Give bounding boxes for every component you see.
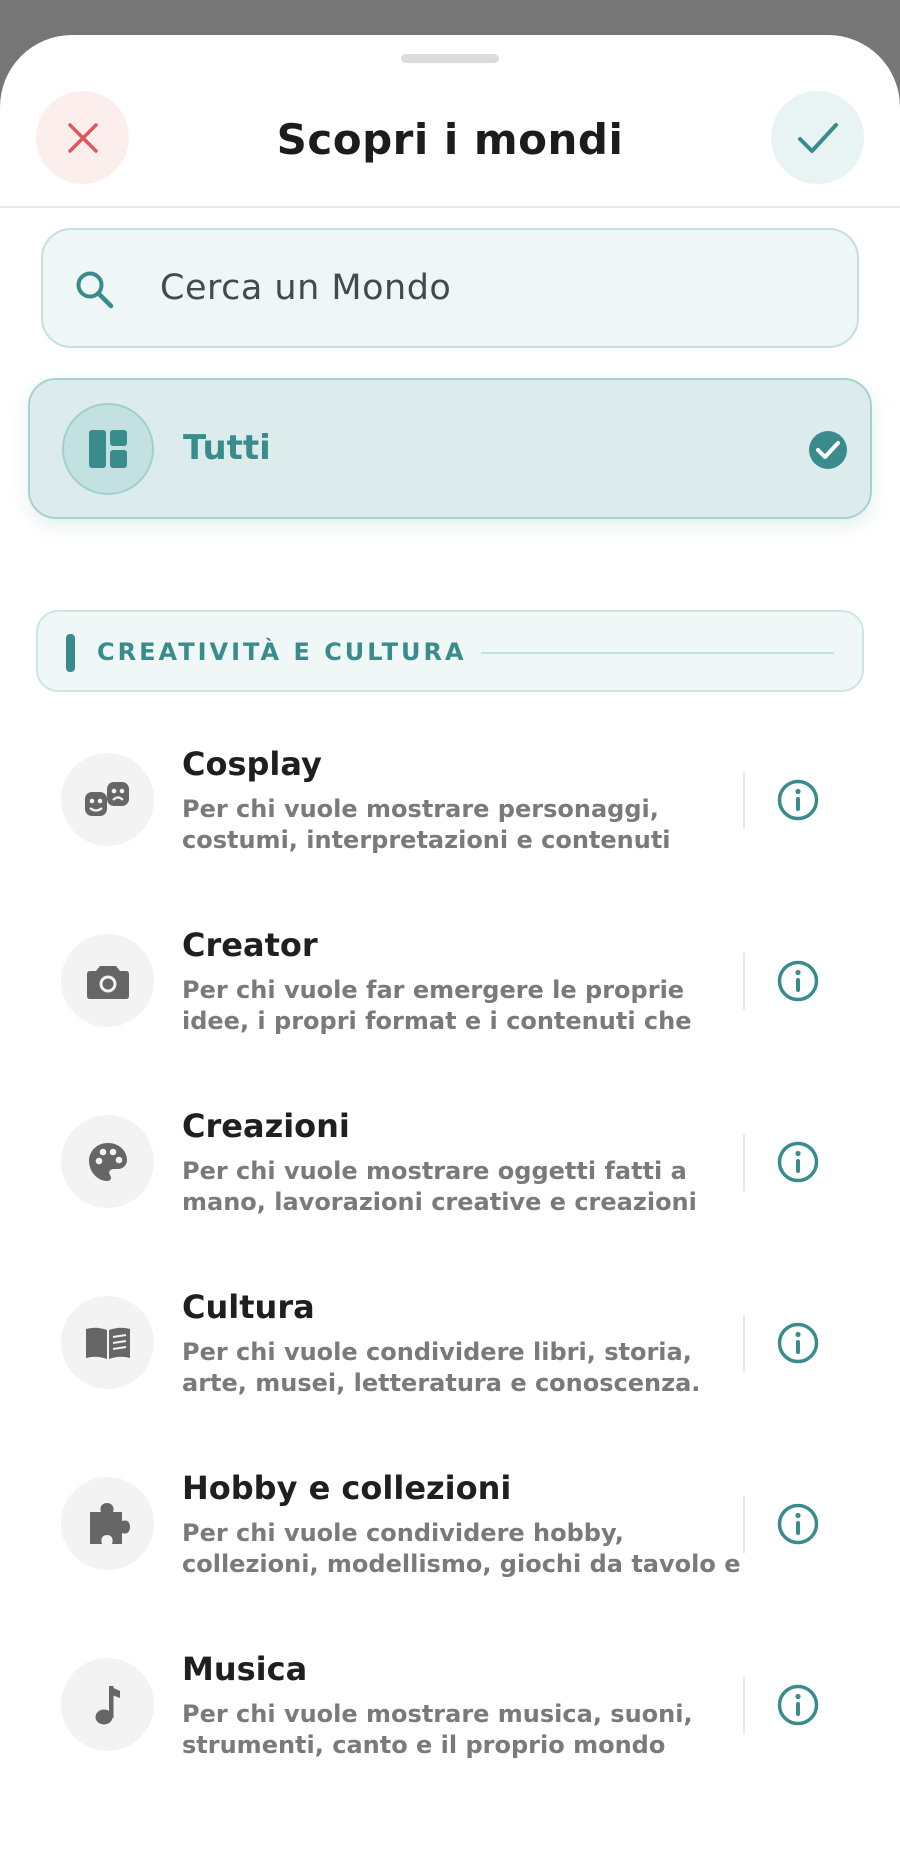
item-separator xyxy=(743,1496,745,1553)
music-note-icon xyxy=(95,1685,120,1724)
info-icon[interactable] xyxy=(776,1321,820,1365)
dashboard-icon xyxy=(89,430,127,468)
palette-icon xyxy=(88,1142,127,1181)
item-title: Cultura xyxy=(182,1288,315,1326)
item-separator xyxy=(743,1315,745,1372)
puzzle-icon xyxy=(89,1502,130,1544)
item-separator xyxy=(743,1134,745,1191)
page-title: Scopri i mondi xyxy=(276,115,624,164)
list-item[interactable]: Musica Per chi vuole mostrare musica, su… xyxy=(0,1610,900,1791)
section-accent-bar xyxy=(66,634,75,672)
item-description: Per chi vuole condividere hobby, collezi… xyxy=(182,1519,741,1578)
item-title: Musica xyxy=(182,1650,308,1688)
bottom-sheet: Scopri i mondi Cerca un Mondo Tutti CREA… xyxy=(0,35,900,1853)
checkmark-icon xyxy=(797,122,838,153)
sheet-header: Scopri i mondi xyxy=(0,35,900,208)
masks-icon xyxy=(84,781,129,816)
item-icon-badge xyxy=(61,934,154,1027)
info-icon[interactable] xyxy=(776,1140,820,1184)
category-all[interactable]: Tutti xyxy=(28,378,872,519)
list-item[interactable]: Hobby e collezioni Per chi vuole condivi… xyxy=(0,1429,900,1610)
search-input[interactable]: Cerca un Mondo xyxy=(41,228,859,348)
item-description: Per chi vuole mostrare personaggi, costu… xyxy=(182,795,671,854)
item-title: Hobby e collezioni xyxy=(182,1469,512,1507)
item-icon-badge xyxy=(61,1477,154,1570)
item-icon-badge xyxy=(61,753,154,846)
list-item[interactable]: Creazioni Per chi vuole mostrare oggetti… xyxy=(0,1067,900,1248)
list-item[interactable]: Cosplay Per chi vuole mostrare personagg… xyxy=(0,705,900,886)
item-title: Cosplay xyxy=(182,745,322,783)
search-placeholder: Cerca un Mondo xyxy=(160,268,452,308)
item-icon-badge xyxy=(61,1115,154,1208)
item-title: Creator xyxy=(182,926,318,964)
dashboard-icon-badge xyxy=(62,403,154,495)
book-icon xyxy=(85,1327,130,1359)
section-header: CREATIVITÀ E CULTURA xyxy=(36,610,864,692)
info-icon[interactable] xyxy=(776,1683,820,1727)
section-title: CREATIVITÀ E CULTURA xyxy=(97,638,467,666)
item-separator xyxy=(743,1677,745,1734)
selected-check-icon xyxy=(809,431,847,469)
item-icon-badge xyxy=(61,1296,154,1389)
item-separator xyxy=(743,772,745,829)
item-description: Per chi vuole mostrare musica, suoni, st… xyxy=(182,1700,693,1759)
item-description: Per chi vuole far emergere le proprie id… xyxy=(182,976,692,1035)
item-description: Per chi vuole condividere libri, storia,… xyxy=(182,1338,701,1397)
info-icon[interactable] xyxy=(776,959,820,1003)
info-icon[interactable] xyxy=(776,778,820,822)
item-title: Creazioni xyxy=(182,1107,350,1145)
item-description: Per chi vuole mostrare oggetti fatti a m… xyxy=(182,1157,697,1216)
info-icon[interactable] xyxy=(776,1502,820,1546)
search-icon xyxy=(76,271,114,309)
item-icon-badge xyxy=(61,1658,154,1751)
confirm-button[interactable] xyxy=(771,91,864,184)
list-item[interactable]: Cultura Per chi vuole condividere libri,… xyxy=(0,1248,900,1429)
list-item[interactable]: Creator Per chi vuole far emergere le pr… xyxy=(0,886,900,1067)
section-divider xyxy=(481,652,834,654)
item-separator xyxy=(743,953,745,1010)
category-all-label: Tutti xyxy=(183,428,271,468)
camera-icon xyxy=(86,965,129,999)
